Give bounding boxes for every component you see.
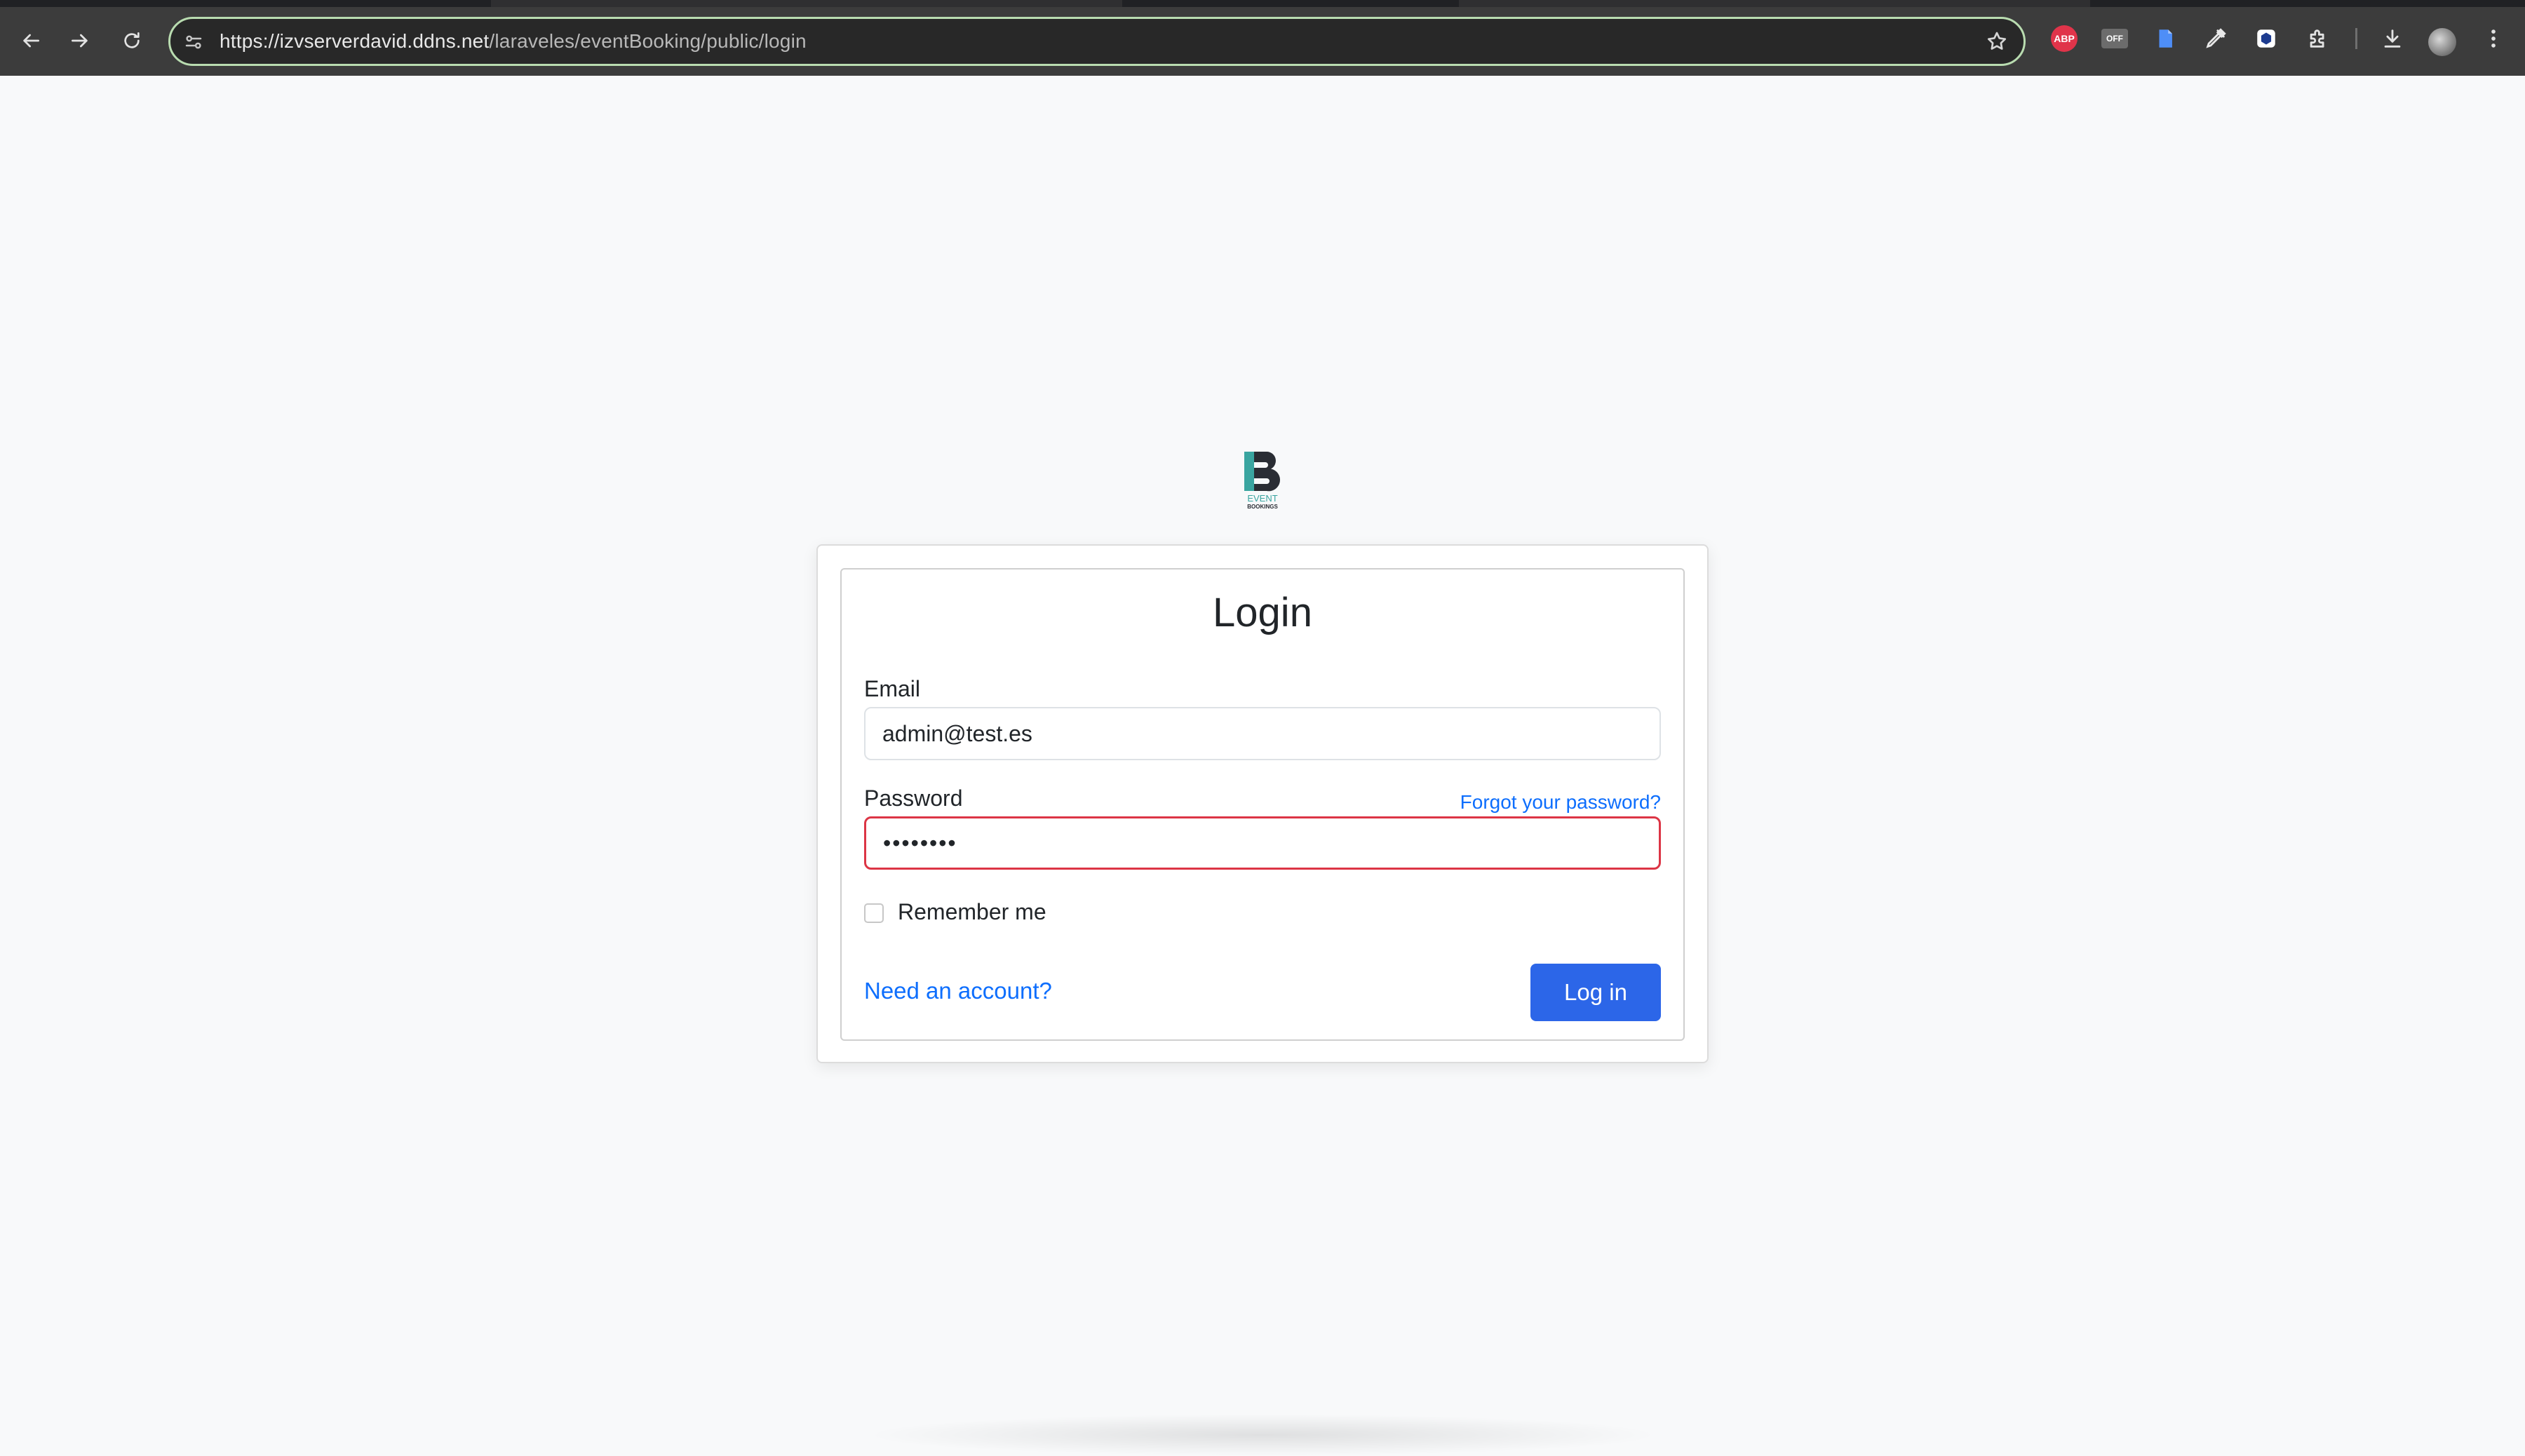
login-form: Login Email Password Forgot your passwor…: [840, 568, 1685, 1041]
need-account-link[interactable]: Need an account?: [864, 978, 1052, 1004]
off-extension-icon[interactable]: OFF: [2101, 29, 2128, 48]
url-host: https://izvserverdavid.ddns.net: [220, 30, 490, 52]
adblock-extension-label: ABP: [2054, 33, 2075, 44]
arrow-right-icon: [72, 34, 88, 48]
document-extension-icon[interactable]: [2152, 25, 2179, 52]
eyedropper-extension-icon[interactable]: [2202, 25, 2229, 52]
off-extension-label: OFF: [2106, 34, 2123, 43]
address-bar-url[interactable]: https://izvserverdavid.ddns.net/laravele…: [220, 19, 807, 64]
password-field[interactable]: [864, 816, 1661, 870]
profile-avatar[interactable]: [2428, 28, 2456, 56]
logo-mark: EVENT BOOKINGS: [1244, 452, 1281, 510]
remember-me-checkbox[interactable]: [864, 903, 884, 923]
logo-text-event: EVENT: [1247, 493, 1277, 504]
url-path: /laraveles/eventBooking/public/login: [489, 30, 807, 52]
page-title: Login: [1213, 590, 1312, 635]
site-settings-icon[interactable]: [180, 29, 207, 55]
tab-strip: [0, 0, 2525, 7]
bottom-overlay-shadow: [863, 1414, 1662, 1456]
reload-button[interactable]: [112, 21, 152, 60]
adblock-extension-icon[interactable]: ABP: [2051, 25, 2078, 52]
chrome-menu-icon[interactable]: [2480, 25, 2507, 52]
logo-text-bookings: BOOKINGS: [1247, 504, 1278, 510]
login-card: Login Email Password Forgot your passwor…: [816, 544, 1709, 1063]
login-button[interactable]: Log in: [1530, 964, 1661, 1021]
bookmark-star-icon[interactable]: [1983, 27, 2011, 55]
event-bookings-logo: EVENT BOOKINGS: [1241, 449, 1284, 512]
email-field[interactable]: [864, 707, 1661, 760]
address-bar[interactable]: https://izvserverdavid.ddns.net/laravele…: [168, 17, 2026, 66]
reload-icon: [124, 32, 140, 48]
arrow-left-icon: [23, 34, 39, 48]
extensions-puzzle-icon[interactable]: [2305, 25, 2331, 52]
forgot-password-link[interactable]: Forgot your password?: [1460, 791, 1661, 814]
forward-button[interactable]: [60, 21, 100, 60]
back-button[interactable]: [11, 21, 50, 60]
remember-me-label[interactable]: Remember me: [898, 899, 1046, 925]
toolbar-divider: [2355, 28, 2357, 49]
email-label: Email: [864, 676, 921, 701]
tab-strip-tab[interactable]: [1459, 0, 2090, 7]
shield-extension-icon[interactable]: [2253, 25, 2280, 52]
download-icon[interactable]: [2379, 25, 2406, 52]
browser-toolbar: https://izvserverdavid.ddns.net/laravele…: [0, 0, 2525, 76]
password-label: Password: [864, 786, 963, 811]
tab-strip-tab[interactable]: [491, 0, 1122, 7]
